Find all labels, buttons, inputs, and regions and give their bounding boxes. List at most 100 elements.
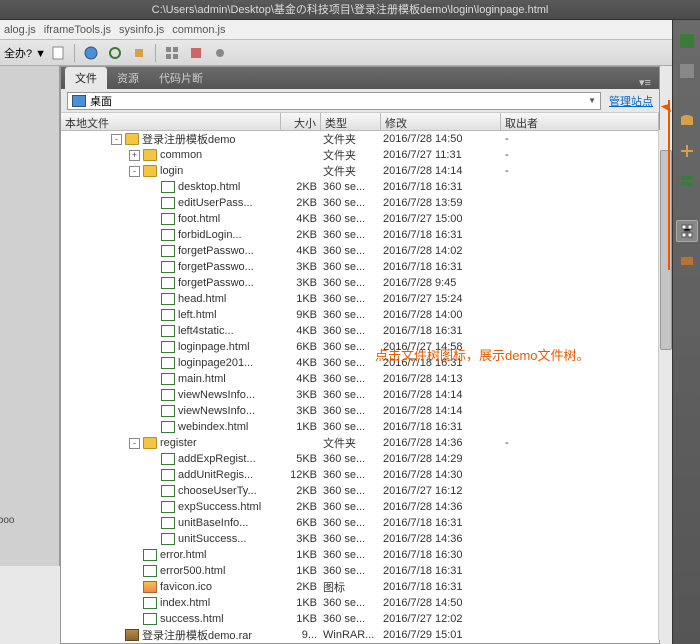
file-modified: 2016/7/28 14:00 [381, 309, 501, 321]
panel-tabstrip: 文件 资源 代码片断 ▾≡ [61, 67, 659, 89]
ico-icon [143, 581, 157, 593]
file-size: 3KB [281, 261, 321, 273]
vertical-scrollbar[interactable] [658, 130, 672, 640]
tree-row[interactable]: forbidLogin...2KB360 se...2016/7/18 16:3… [61, 227, 659, 243]
tree-row[interactable]: -登录注册模板demo文件夹2016/7/28 14:50- [61, 131, 659, 147]
tree-row[interactable]: expSuccess.html2KB360 se...2016/7/28 14:… [61, 499, 659, 515]
file-size: 2KB [281, 181, 321, 193]
scrollbar-thumb[interactable] [660, 150, 672, 350]
twisty-spacer [147, 262, 158, 273]
file-name: login [160, 165, 183, 177]
ap-panel-icon[interactable] [676, 60, 698, 82]
tree-row[interactable]: loginpage.html6KB360 se...2016/7/27 14:5… [61, 339, 659, 355]
location-dropdown[interactable]: 桌面 ▼ [67, 92, 601, 110]
collapse-icon[interactable]: - [111, 134, 122, 145]
tree-row[interactable]: forgetPasswo...4KB360 se...2016/7/28 14:… [61, 243, 659, 259]
tree-row[interactable]: addUnitRegis...12KB360 se...2016/7/28 14… [61, 467, 659, 483]
tool-icon[interactable] [129, 43, 149, 63]
header-name[interactable]: 本地文件 [61, 113, 281, 130]
tree-row[interactable]: chooseUserTy...2KB360 se...2016/7/27 16:… [61, 483, 659, 499]
tree-row[interactable]: forgetPasswo...3KB360 se...2016/7/18 16:… [61, 259, 659, 275]
grid-icon[interactable] [162, 43, 182, 63]
main-toolbar: 全办? ▼ [0, 40, 700, 66]
tree-row[interactable]: left.html9KB360 se...2016/7/28 14:00 [61, 307, 659, 323]
tree-row[interactable]: viewNewsInfo...3KB360 se...2016/7/28 14:… [61, 403, 659, 419]
open-file-tab[interactable]: sysinfo.js [119, 24, 164, 36]
panel-menu-icon[interactable]: ▾≡ [637, 76, 653, 89]
header-checkout[interactable]: 取出者 [501, 113, 659, 130]
globe-icon[interactable] [81, 43, 101, 63]
tree-row[interactable]: unitSuccess...3KB360 se...2016/7/28 14:3… [61, 531, 659, 547]
file-size: 9... [281, 629, 321, 641]
file-type: 360 se... [321, 373, 381, 385]
file-type: 360 se... [321, 341, 381, 353]
tab-resources[interactable]: 资源 [107, 67, 149, 89]
file-name: forbidLogin... [178, 229, 242, 241]
tree-row[interactable]: favicon.ico2KB图标2016/7/18 16:31 [61, 579, 659, 595]
header-modified[interactable]: 修改 [381, 113, 501, 130]
file-type: 360 se... [321, 293, 381, 305]
file-type: 360 se... [321, 597, 381, 609]
file-modified: 2016/7/18 16:31 [381, 261, 501, 273]
tree-row[interactable]: 登录注册模板demo.rar9...WinRAR...2016/7/29 15:… [61, 627, 659, 643]
tree-row[interactable]: main.html4KB360 se...2016/7/28 14:13 [61, 371, 659, 387]
file-type: 360 se... [321, 549, 381, 561]
header-type[interactable]: 类型 [321, 113, 381, 130]
tree-row[interactable]: head.html1KB360 se...2016/7/27 15:24 [61, 291, 659, 307]
expand-icon[interactable]: + [129, 150, 140, 161]
manage-site-link[interactable]: 管理站点 [609, 93, 653, 109]
file-tree[interactable]: -登录注册模板demo文件夹2016/7/28 14:50-+common文件夹… [61, 131, 659, 643]
header-size[interactable]: 大小 [281, 113, 321, 130]
tree-row[interactable]: forgetPasswo...3KB360 se...2016/7/28 9:4… [61, 275, 659, 291]
file-type: 360 se... [321, 181, 381, 193]
file-size: 12KB [281, 469, 321, 481]
tree-row[interactable]: webindex.html1KB360 se...2016/7/18 16:31 [61, 419, 659, 435]
bindings-panel-icon[interactable] [676, 140, 698, 162]
files-panel-icon[interactable] [676, 220, 698, 242]
cog-icon[interactable] [210, 43, 230, 63]
open-file-tab[interactable]: iframeTools.js [44, 24, 111, 36]
tab-files[interactable]: 文件 [65, 67, 107, 89]
twisty-spacer [147, 198, 158, 209]
tree-row[interactable]: addExpRegist...5KB360 se...2016/7/28 14:… [61, 451, 659, 467]
tree-row[interactable]: -register文件夹2016/7/28 14:36- [61, 435, 659, 451]
html-icon [161, 373, 175, 385]
tree-row[interactable]: editUserPass...2KB360 se...2016/7/28 13:… [61, 195, 659, 211]
tree-row[interactable]: unitBaseInfo...6KB360 se...2016/7/18 16:… [61, 515, 659, 531]
tree-row[interactable]: loginpage201...4KB360 se...2016/7/18 16:… [61, 355, 659, 371]
tree-row[interactable]: error500.html1KB360 se...2016/7/18 16:31 [61, 563, 659, 579]
tree-row[interactable]: viewNewsInfo...3KB360 se...2016/7/28 14:… [61, 387, 659, 403]
db-panel-icon[interactable] [676, 110, 698, 132]
file-modified: 2016/7/29 15:01 [381, 629, 501, 641]
tree-row[interactable]: desktop.html2KB360 se...2016/7/18 16:31 [61, 179, 659, 195]
sync-icon[interactable] [105, 43, 125, 63]
file-type: 360 se... [321, 357, 381, 369]
twisty-spacer [147, 390, 158, 401]
file-name: left4static... [178, 325, 234, 337]
file-name: favicon.ico [160, 581, 212, 593]
book-icon[interactable] [186, 43, 206, 63]
open-file-tab[interactable]: common.js [172, 24, 225, 36]
file-modified: 2016/7/27 12:02 [381, 613, 501, 625]
assets-panel-icon[interactable] [676, 250, 698, 272]
doc-icon[interactable] [48, 43, 68, 63]
tree-row[interactable]: +common文件夹2016/7/27 11:31- [61, 147, 659, 163]
collapse-icon[interactable]: - [129, 166, 140, 177]
column-headers: 本地文件 大小 类型 修改 取出者 [61, 113, 659, 131]
file-size: 4KB [281, 325, 321, 337]
html-icon [161, 197, 175, 209]
css-panel-icon[interactable] [676, 30, 698, 52]
open-file-tab[interactable]: alog.js [4, 24, 36, 36]
collapse-icon[interactable]: - [129, 438, 140, 449]
tree-row[interactable]: foot.html4KB360 se...2016/7/27 15:00 [61, 211, 659, 227]
tree-row[interactable]: index.html1KB360 se...2016/7/28 14:50 [61, 595, 659, 611]
tree-row[interactable]: error.html1KB360 se...2016/7/18 16:30 [61, 547, 659, 563]
twisty-spacer [147, 342, 158, 353]
file-modified: 2016/7/18 16:31 [381, 581, 501, 593]
tree-row[interactable]: left4static...4KB360 se...2016/7/18 16:3… [61, 323, 659, 339]
tab-snippets[interactable]: 代码片断 [149, 67, 213, 89]
file-type: 360 se... [321, 485, 381, 497]
tree-row[interactable]: -login文件夹2016/7/28 14:14- [61, 163, 659, 179]
server-panel-icon[interactable] [676, 170, 698, 192]
tree-row[interactable]: success.html1KB360 se...2016/7/27 12:02 [61, 611, 659, 627]
